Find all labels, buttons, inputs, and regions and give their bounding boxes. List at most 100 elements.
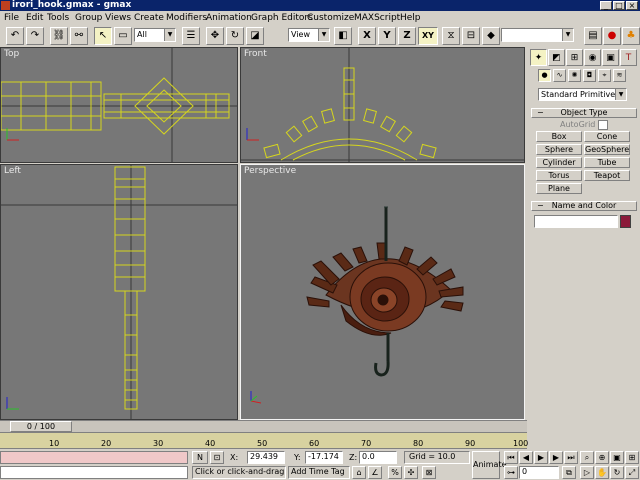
zoom-extents-icon[interactable]: ▣: [610, 451, 624, 464]
undo-icon[interactable]: ↶: [6, 27, 24, 45]
align-icon[interactable]: ⊟: [462, 27, 480, 45]
material-editor-icon[interactable]: ◆: [482, 27, 500, 45]
animate-button[interactable]: Animate: [472, 451, 507, 479]
next-frame-icon[interactable]: ▶: [549, 451, 563, 464]
play-icon[interactable]: ▶: [534, 451, 548, 464]
x-coordinate-field[interactable]: 29.439: [247, 451, 285, 464]
geometry-category-icon[interactable]: ●: [538, 69, 551, 82]
render-settings-icon[interactable]: ▤: [584, 27, 602, 45]
maximize-viewport-icon[interactable]: ⤢: [625, 466, 639, 479]
cameras-category-icon[interactable]: ◘: [583, 69, 596, 82]
tube-button[interactable]: Tube: [584, 157, 630, 168]
menu-create[interactable]: Create: [134, 12, 164, 24]
menu-file[interactable]: File: [4, 12, 19, 24]
menu-edit[interactable]: Edit: [26, 12, 43, 24]
viewport-top[interactable]: Top: [0, 47, 238, 163]
helpers-category-icon[interactable]: ⌖: [598, 69, 611, 82]
menu-views[interactable]: Views: [105, 12, 131, 24]
time-config-icon[interactable]: ⧉: [562, 466, 576, 479]
cylinder-button[interactable]: Cylinder: [536, 157, 582, 168]
restrict-x-button[interactable]: X: [358, 27, 376, 45]
field-of-view-icon[interactable]: ▷: [580, 466, 594, 479]
rotate-icon[interactable]: ↻: [226, 27, 244, 45]
move-icon[interactable]: ✥: [206, 27, 224, 45]
pivot-center-icon[interactable]: ◧: [334, 27, 352, 45]
restrict-xy-button[interactable]: XY: [418, 27, 438, 45]
geosphere-button[interactable]: GeoSphere: [584, 144, 630, 155]
motion-tab-icon[interactable]: ◉: [584, 49, 601, 66]
display-tab-icon[interactable]: ▣: [602, 49, 619, 66]
viewport-perspective[interactable]: Perspective: [240, 164, 525, 420]
viewport-front[interactable]: Front: [240, 47, 525, 163]
restrict-y-button[interactable]: Y: [378, 27, 396, 45]
spinner-snap-icon[interactable]: ∠: [368, 466, 382, 479]
z-coordinate-field[interactable]: 0.0: [359, 451, 397, 464]
menu-animation[interactable]: Animation: [206, 12, 252, 24]
percent-snap-icon[interactable]: %: [388, 466, 402, 479]
absolute-mode-icon[interactable]: ⊡: [210, 451, 224, 464]
cone-button[interactable]: Cone: [584, 131, 630, 142]
select-and-link-icon[interactable]: ⛓: [50, 27, 68, 45]
zoom-icon[interactable]: ⌕: [580, 451, 594, 464]
menu-maxscript[interactable]: MAXScript: [354, 12, 400, 24]
shapes-category-icon[interactable]: ∿: [553, 69, 566, 82]
minimize-button[interactable]: _: [600, 1, 612, 10]
create-tab-icon[interactable]: ✦: [530, 49, 547, 66]
selection-lock-button[interactable]: N: [192, 451, 208, 464]
teapot-button[interactable]: Teapot: [584, 170, 630, 181]
plane-button[interactable]: Plane: [536, 183, 582, 194]
menu-modifiers[interactable]: Modifiers: [166, 12, 207, 24]
select-object-icon[interactable]: ↖: [94, 27, 112, 45]
add-time-tag-field[interactable]: Add Time Tag: [288, 466, 350, 479]
selection-filter-dropdown[interactable]: All ▼: [134, 28, 176, 42]
close-button[interactable]: ×: [626, 1, 638, 10]
viewport-left[interactable]: Left: [0, 164, 238, 420]
menu-help[interactable]: Help: [400, 12, 421, 24]
menu-tools[interactable]: Tools: [47, 12, 69, 24]
mirror-icon[interactable]: ⧖: [442, 27, 460, 45]
pan-icon[interactable]: ✋: [595, 466, 609, 479]
object-color-swatch[interactable]: [620, 215, 631, 228]
y-coordinate-field[interactable]: -17.174: [305, 451, 343, 464]
object-type-rollout-header[interactable]: − Object Type: [531, 108, 637, 118]
name-color-rollout-header[interactable]: − Name and Color: [531, 201, 637, 211]
utilities-tab-icon[interactable]: T: [620, 49, 637, 66]
box-button[interactable]: Box: [536, 131, 582, 142]
zoom-all-icon[interactable]: ⊕: [595, 451, 609, 464]
menu-graph-editors[interactable]: Graph Editors: [251, 12, 313, 24]
reference-coord-dropdown[interactable]: View ▼: [288, 28, 330, 42]
render-teapot-icon[interactable]: ♣: [622, 27, 640, 45]
redo-icon[interactable]: ↷: [26, 27, 44, 45]
unlink-icon[interactable]: ⚯: [70, 27, 88, 45]
track-bar[interactable]: 10 20 30 40 50 60 70 80 90 100: [0, 432, 528, 449]
autogrid-checkbox[interactable]: [598, 120, 608, 130]
scale-icon[interactable]: ◪: [246, 27, 264, 45]
goto-end-icon[interactable]: ⏭: [564, 451, 578, 464]
select-by-name-icon[interactable]: ☰: [182, 27, 200, 45]
angle-snap-icon[interactable]: ✣: [404, 466, 418, 479]
maximize-button[interactable]: □: [613, 1, 625, 10]
time-slider-thumb[interactable]: 0 / 100: [10, 421, 72, 432]
goto-start-icon[interactable]: ⏮: [504, 451, 518, 464]
named-selection-dropdown[interactable]: ▼: [501, 28, 574, 42]
restrict-z-button[interactable]: Z: [398, 27, 416, 45]
zoom-extents-all-icon[interactable]: ⊞: [625, 451, 639, 464]
key-mode-icon[interactable]: ⊶: [504, 466, 518, 479]
maxscript-input[interactable]: [0, 466, 188, 479]
region-select-icon[interactable]: ▭: [114, 27, 132, 45]
previous-frame-icon[interactable]: ◀: [519, 451, 533, 464]
object-name-input[interactable]: [534, 215, 618, 228]
snap-icon[interactable]: ⌂: [352, 466, 366, 479]
menu-group[interactable]: Group: [75, 12, 102, 24]
category-dropdown[interactable]: Standard Primitives ▼: [538, 88, 627, 101]
maxscript-listener-mini[interactable]: [0, 451, 188, 464]
current-frame-field[interactable]: 0: [519, 466, 559, 479]
hierarchy-tab-icon[interactable]: ⊞: [566, 49, 583, 66]
arc-rotate-icon[interactable]: ↻: [610, 466, 624, 479]
torus-button[interactable]: Torus: [536, 170, 582, 181]
modify-tab-icon[interactable]: ◩: [548, 49, 565, 66]
sphere-button[interactable]: Sphere: [536, 144, 582, 155]
spacewarps-category-icon[interactable]: ≋: [613, 69, 626, 82]
quick-render-icon[interactable]: ●: [603, 27, 621, 45]
lights-category-icon[interactable]: ✺: [568, 69, 581, 82]
